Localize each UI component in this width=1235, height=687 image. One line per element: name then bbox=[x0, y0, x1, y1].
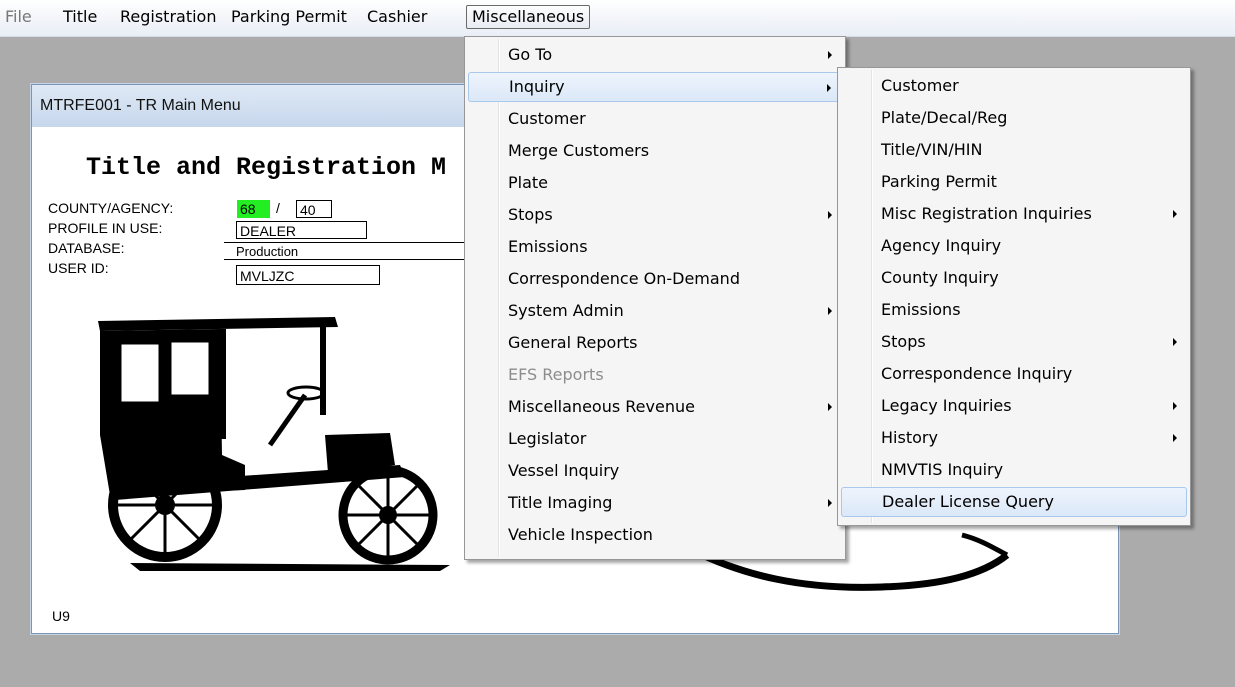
menu-item-miscellaneous-revenue[interactable]: Miscellaneous Revenue bbox=[468, 392, 842, 422]
submenu-arrow-icon bbox=[828, 499, 832, 507]
menu-item-county-inquiry[interactable]: County Inquiry bbox=[841, 263, 1187, 293]
submenu-arrow-icon bbox=[828, 51, 832, 59]
menu-item-label: Customer bbox=[881, 76, 959, 95]
menu-item-label: Plate/Decal/Reg bbox=[881, 108, 1008, 127]
menu-item-label: Stops bbox=[881, 332, 926, 351]
antique-car-image bbox=[98, 317, 450, 571]
menu-item-history[interactable]: History bbox=[841, 423, 1187, 453]
profile-field[interactable]: DEALER bbox=[236, 221, 367, 239]
menu-item-label: General Reports bbox=[508, 333, 638, 352]
menu-item-plate-decal-reg[interactable]: Plate/Decal/Reg bbox=[841, 103, 1187, 133]
menu-parking-permit[interactable]: Parking Permit bbox=[226, 5, 352, 29]
menu-item-label: NMVTIS Inquiry bbox=[881, 460, 1004, 479]
menu-item-label: Plate bbox=[508, 173, 549, 192]
submenu-arrow-icon bbox=[1173, 434, 1177, 442]
menu-item-label: Agency Inquiry bbox=[881, 236, 1002, 255]
submenu-arrow-icon bbox=[828, 307, 832, 315]
menu-item-agency-inquiry[interactable]: Agency Inquiry bbox=[841, 231, 1187, 261]
menu-item-label: Go To bbox=[508, 45, 553, 64]
submenu-arrow-icon bbox=[1173, 402, 1177, 410]
menu-item-legacy-inquiries[interactable]: Legacy Inquiries bbox=[841, 391, 1187, 421]
submenu-arrow-icon bbox=[827, 84, 831, 92]
menu-item-label: Dealer License Query bbox=[882, 492, 1054, 511]
miscellaneous-menu: Go To Inquiry Customer Merge Customers P… bbox=[464, 36, 846, 560]
menu-item-nmvtis-inquiry[interactable]: NMVTIS Inquiry bbox=[841, 455, 1187, 485]
database-label: DATABASE: bbox=[48, 240, 125, 256]
menu-item-emissions-inquiry[interactable]: Emissions bbox=[841, 295, 1187, 325]
submenu-arrow-icon bbox=[828, 403, 832, 411]
menu-item-label: EFS Reports bbox=[508, 365, 604, 384]
menu-item-label: Misc Registration Inquiries bbox=[881, 204, 1092, 223]
menu-item-customer-inquiry[interactable]: Customer bbox=[841, 71, 1187, 101]
menu-item-label: Stops bbox=[508, 205, 553, 224]
menu-item-emissions[interactable]: Emissions bbox=[468, 232, 842, 262]
county-agency-label: COUNTY/AGENCY: bbox=[48, 200, 174, 216]
database-field: Production bbox=[224, 242, 469, 260]
menu-item-vessel-inquiry[interactable]: Vessel Inquiry bbox=[468, 456, 842, 486]
county-agency-separator: / bbox=[276, 200, 280, 216]
county-field[interactable]: 68 bbox=[237, 200, 270, 218]
menu-item-label: Miscellaneous Revenue bbox=[508, 397, 695, 416]
menu-item-label: Vehicle Inspection bbox=[508, 525, 653, 544]
menu-item-label: Legacy Inquiries bbox=[881, 396, 1012, 415]
menu-item-stops-inquiry[interactable]: Stops bbox=[841, 327, 1187, 357]
menu-item-label: Title/VIN/HIN bbox=[881, 140, 983, 159]
menu-item-stops[interactable]: Stops bbox=[468, 200, 842, 230]
menu-item-system-admin[interactable]: System Admin bbox=[468, 296, 842, 326]
menu-item-misc-registration-inquiries[interactable]: Misc Registration Inquiries bbox=[841, 199, 1187, 229]
menu-item-customer[interactable]: Customer bbox=[468, 104, 842, 134]
menu-item-dealer-license-query[interactable]: Dealer License Query bbox=[841, 487, 1187, 517]
menu-item-title-imaging[interactable]: Title Imaging bbox=[468, 488, 842, 518]
menu-item-efs-reports: EFS Reports bbox=[468, 360, 842, 390]
status-text: U9 bbox=[52, 608, 70, 624]
userid-label: USER ID: bbox=[48, 260, 109, 276]
menu-item-correspondence-inquiry[interactable]: Correspondence Inquiry bbox=[841, 359, 1187, 389]
menu-item-general-reports[interactable]: General Reports bbox=[468, 328, 842, 358]
userid-field[interactable]: MVLJZC bbox=[236, 265, 380, 285]
menu-item-title-vin-hin[interactable]: Title/VIN/HIN bbox=[841, 135, 1187, 165]
agency-field[interactable]: 40 bbox=[296, 200, 332, 218]
menu-item-label: Legislator bbox=[508, 429, 587, 448]
menu-item-vehicle-inspection[interactable]: Vehicle Inspection bbox=[468, 520, 842, 550]
menu-item-label: Emissions bbox=[508, 237, 588, 256]
inquiry-submenu: Customer Plate/Decal/Reg Title/VIN/HIN P… bbox=[837, 67, 1191, 526]
submenu-arrow-icon bbox=[1173, 210, 1177, 218]
menu-item-inquiry[interactable]: Inquiry bbox=[468, 72, 842, 102]
menubar: File Title Registration Parking Permit C… bbox=[0, 0, 1235, 37]
menu-miscellaneous[interactable]: Miscellaneous bbox=[466, 5, 591, 29]
profile-label: PROFILE IN USE: bbox=[48, 220, 163, 236]
menu-item-label: Emissions bbox=[881, 300, 961, 319]
page-heading: Title and Registration M bbox=[86, 153, 447, 182]
menu-item-label: Merge Customers bbox=[508, 141, 650, 160]
menu-registration[interactable]: Registration bbox=[115, 5, 221, 29]
submenu-arrow-icon bbox=[828, 211, 832, 219]
menu-cashier[interactable]: Cashier bbox=[362, 5, 432, 29]
submenu-arrow-icon bbox=[1173, 338, 1177, 346]
menu-item-label: Customer bbox=[508, 109, 586, 128]
menu-item-legislator[interactable]: Legislator bbox=[468, 424, 842, 454]
menu-item-merge-customers[interactable]: Merge Customers bbox=[468, 136, 842, 166]
menu-file[interactable]: File bbox=[0, 5, 37, 29]
menu-item-plate[interactable]: Plate bbox=[468, 168, 842, 198]
menu-item-label: Correspondence On-Demand bbox=[508, 269, 740, 288]
menu-item-label: County Inquiry bbox=[881, 268, 999, 287]
menu-item-parking-permit[interactable]: Parking Permit bbox=[841, 167, 1187, 197]
menu-title[interactable]: Title bbox=[58, 5, 102, 29]
menu-item-label: Vessel Inquiry bbox=[508, 461, 620, 480]
menu-item-label: Title Imaging bbox=[508, 493, 613, 512]
menu-item-correspondence-on-demand[interactable]: Correspondence On-Demand bbox=[468, 264, 842, 294]
menu-item-label: Correspondence Inquiry bbox=[881, 364, 1073, 383]
menu-item-label: System Admin bbox=[508, 301, 624, 320]
menu-item-label: Inquiry bbox=[509, 77, 565, 96]
menu-item-label: History bbox=[881, 428, 938, 447]
menu-item-label: Parking Permit bbox=[881, 172, 997, 191]
menu-item-go-to[interactable]: Go To bbox=[468, 40, 842, 70]
